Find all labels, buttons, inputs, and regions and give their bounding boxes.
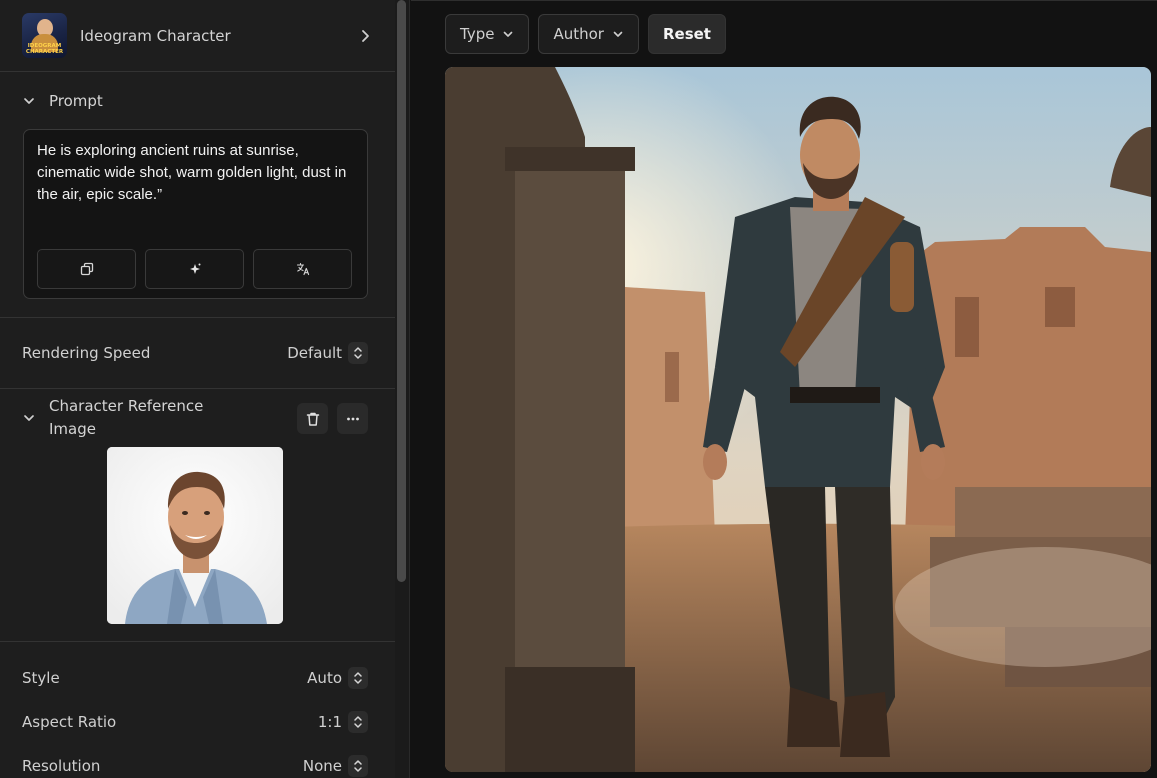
divider bbox=[0, 641, 395, 642]
translate-prompt-button[interactable] bbox=[253, 249, 352, 289]
prompt-section-title: Prompt bbox=[49, 92, 103, 110]
divider bbox=[0, 388, 395, 389]
logo-text-line2: CHARACTER bbox=[25, 49, 64, 55]
style-label: Style bbox=[22, 669, 60, 687]
aspect-ratio-select[interactable]: 1:1 bbox=[318, 711, 368, 733]
up-down-chevron-icon[interactable] bbox=[348, 667, 368, 689]
chevron-right-icon[interactable] bbox=[357, 28, 373, 44]
up-down-chevron-icon[interactable] bbox=[348, 342, 368, 364]
style-select[interactable]: Auto bbox=[307, 667, 368, 689]
model-logo: IDEOGRAM CHARACTER bbox=[22, 13, 67, 58]
copy-icon bbox=[80, 262, 93, 276]
up-down-chevron-icon[interactable] bbox=[348, 755, 368, 777]
rendering-speed-select[interactable]: Default bbox=[287, 342, 368, 364]
prompt-section-header[interactable]: Prompt bbox=[22, 90, 103, 113]
trash-icon bbox=[306, 412, 319, 426]
character-reference-header[interactable]: Character Reference Image bbox=[22, 395, 229, 441]
more-horizontal-icon bbox=[346, 417, 359, 420]
resolution-value: None bbox=[302, 757, 342, 775]
model-title: Ideogram Character bbox=[80, 26, 231, 45]
more-options-button[interactable] bbox=[337, 403, 368, 434]
reset-button[interactable]: Reset bbox=[647, 14, 726, 54]
generated-image[interactable] bbox=[445, 67, 1151, 772]
author-filter-button[interactable]: Author bbox=[538, 14, 639, 54]
chevron-down-icon[interactable] bbox=[22, 94, 36, 108]
chevron-down-icon[interactable] bbox=[22, 411, 36, 425]
rendering-speed-setting[interactable]: Rendering Speed Default bbox=[22, 340, 368, 366]
style-setting[interactable]: Style Auto bbox=[22, 665, 368, 691]
settings-sidebar: IDEOGRAM CHARACTER Ideogram Character Pr… bbox=[0, 0, 395, 778]
divider bbox=[0, 317, 395, 318]
prompt-text[interactable]: He is exploring ancient ruins at sunrise… bbox=[37, 140, 357, 206]
copy-prompt-button[interactable] bbox=[37, 249, 136, 289]
up-down-chevron-icon[interactable] bbox=[348, 711, 368, 733]
magic-prompt-button[interactable] bbox=[145, 249, 244, 289]
aspect-ratio-label: Aspect Ratio bbox=[22, 713, 117, 731]
main-top-border bbox=[411, 0, 1157, 1]
rendering-speed-label: Rendering Speed bbox=[22, 344, 151, 362]
model-selector[interactable]: IDEOGRAM CHARACTER Ideogram Character bbox=[0, 0, 395, 72]
type-filter-label: Type bbox=[460, 25, 495, 43]
character-reference-image[interactable] bbox=[107, 447, 283, 624]
resolution-select[interactable]: None bbox=[303, 755, 368, 777]
type-filter-button[interactable]: Type bbox=[445, 14, 530, 54]
prompt-input[interactable]: He is exploring ancient ruins at sunrise… bbox=[23, 129, 368, 299]
aspect-ratio-value: 1:1 bbox=[317, 713, 342, 731]
delete-reference-button[interactable] bbox=[297, 403, 328, 434]
sparkle-icon bbox=[189, 263, 200, 274]
filter-bar: Type Author Reset bbox=[445, 14, 726, 54]
rendering-speed-value: Default bbox=[287, 344, 342, 362]
prompt-actions bbox=[37, 249, 352, 289]
resolution-setting[interactable]: Resolution None bbox=[22, 753, 368, 778]
character-reference-title: Character Reference Image bbox=[49, 397, 204, 438]
aspect-ratio-setting[interactable]: Aspect Ratio 1:1 bbox=[22, 709, 368, 735]
author-filter-label: Author bbox=[553, 25, 604, 43]
chevron-down-icon bbox=[504, 31, 513, 37]
sidebar-scrollbar-thumb[interactable] bbox=[397, 0, 406, 582]
translate-icon bbox=[296, 262, 309, 276]
chevron-down-icon bbox=[613, 31, 623, 37]
style-value: Auto bbox=[307, 669, 342, 687]
resolution-label: Resolution bbox=[22, 757, 101, 775]
